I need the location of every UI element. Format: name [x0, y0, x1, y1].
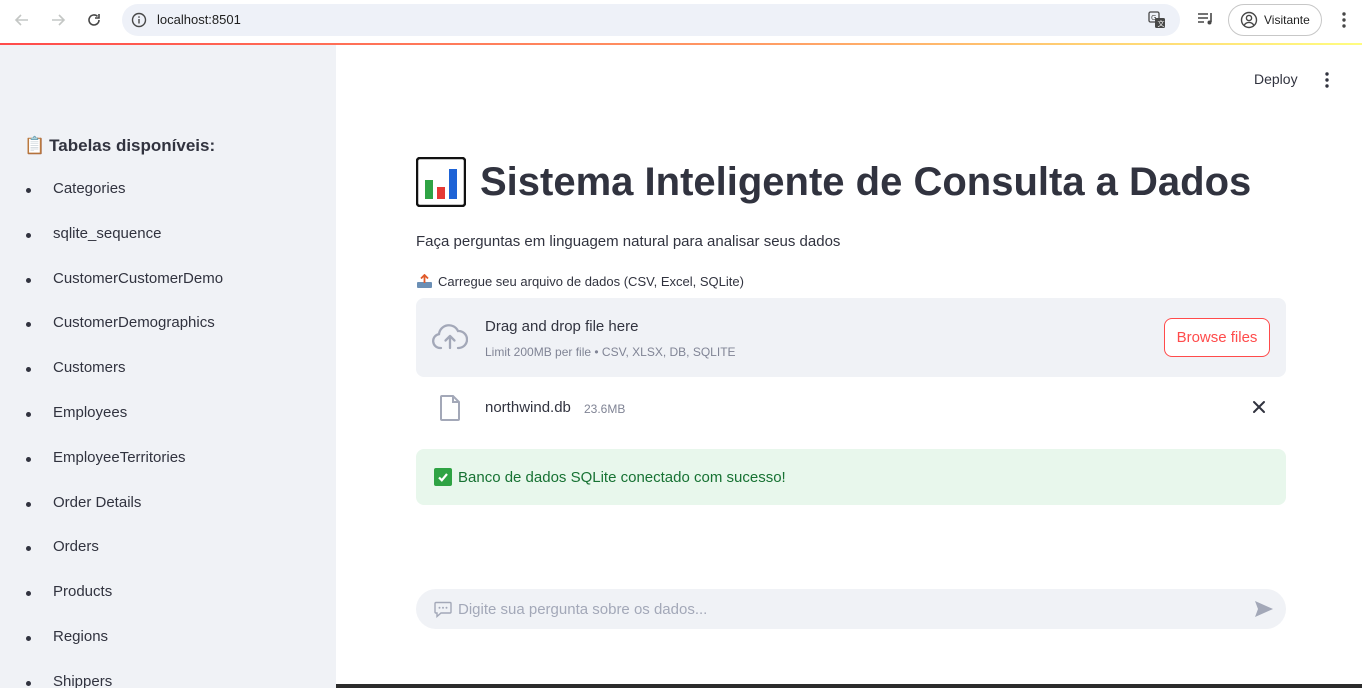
- table-list-item: Employees: [24, 401, 223, 446]
- uploaded-file: northwind.db 23.6MB: [416, 391, 1286, 425]
- table-list-item: Customers: [24, 356, 223, 401]
- table-list-item: CustomerCustomerDemo: [24, 267, 223, 312]
- arrow-left-icon: [14, 14, 28, 26]
- browser-toolbar: localhost:8501 G文 Visitante: [0, 0, 1362, 43]
- browse-files-button[interactable]: Browse files: [1164, 318, 1270, 357]
- file-size: 23.6MB: [584, 402, 626, 416]
- page-title-text: Sistema Inteligente de Consulta a Dados: [480, 159, 1252, 204]
- table-list-item: Orders: [24, 535, 223, 580]
- svg-text:文: 文: [1158, 19, 1165, 28]
- url-text[interactable]: localhost:8501: [157, 12, 241, 27]
- table-list-item: Regions: [24, 625, 223, 670]
- file-icon: [440, 395, 460, 421]
- taskbar-strip: [336, 684, 1362, 688]
- uploader-label-text: Carregue seu arquivo de dados (CSV, Exce…: [438, 274, 744, 289]
- back-button[interactable]: [10, 9, 34, 31]
- deploy-button[interactable]: Deploy: [1254, 71, 1298, 87]
- clipboard-icon: 📋: [24, 136, 46, 155]
- file-name: northwind.db: [485, 399, 571, 416]
- dropzone-limit: Limit 200MB per file • CSV, XLSX, DB, SQ…: [485, 345, 736, 359]
- bar-chart-icon: [416, 157, 466, 207]
- sidebar-title-text: Tabelas disponíveis:: [49, 136, 216, 155]
- media-controls-icon[interactable]: [1196, 9, 1216, 29]
- table-list: Categories sqlite_sequence CustomerCusto…: [24, 177, 223, 688]
- page-subtitle: Faça perguntas em linguagem natural para…: [416, 233, 841, 250]
- reload-button[interactable]: [82, 9, 106, 31]
- account-icon: [1240, 11, 1258, 29]
- cloud-upload-icon: [432, 324, 468, 350]
- translate-icon[interactable]: G文: [1148, 11, 1166, 29]
- profile-button[interactable]: Visitante: [1228, 4, 1322, 36]
- profile-label: Visitante: [1264, 13, 1310, 27]
- arrow-right-icon: [52, 14, 66, 26]
- table-list-item: Shippers: [24, 670, 223, 688]
- svg-text:G: G: [1151, 14, 1156, 22]
- chat-input[interactable]: [458, 598, 1238, 620]
- chat-bubble-icon: [434, 601, 452, 618]
- uploader-label: Carregue seu arquivo de dados (CSV, Exce…: [416, 274, 744, 289]
- dropzone-title: Drag and drop file here: [485, 318, 639, 335]
- success-alert: Banco de dados SQLite conectado com suce…: [416, 449, 1286, 505]
- forward-button[interactable]: [46, 9, 70, 31]
- send-icon[interactable]: [1254, 600, 1274, 618]
- check-mark-icon: [434, 468, 452, 486]
- table-list-item: CustomerDemographics: [24, 311, 223, 356]
- table-list-item: Products: [24, 580, 223, 625]
- table-list-item: sqlite_sequence: [24, 222, 223, 267]
- sidebar: 📋 Tabelas disponíveis: Categories sqlite…: [0, 45, 336, 688]
- table-list-item: EmployeeTerritories: [24, 446, 223, 491]
- site-info-icon[interactable]: [131, 12, 147, 28]
- page-title: Sistema Inteligente de Consulta a Dados: [416, 157, 1251, 207]
- chrome-menu-icon[interactable]: [1336, 10, 1352, 30]
- reload-icon: [88, 14, 100, 26]
- close-icon[interactable]: [1252, 400, 1266, 414]
- success-message: Banco de dados SQLite conectado com suce…: [458, 468, 786, 486]
- sidebar-title: 📋 Tabelas disponíveis:: [24, 136, 215, 156]
- upload-tray-icon: [417, 274, 432, 288]
- file-dropzone[interactable]: Drag and drop file here Limit 200MB per …: [416, 298, 1286, 377]
- main-content: Deploy Sistema Inteligente de Consulta a…: [336, 45, 1362, 688]
- chat-input-container: [416, 589, 1286, 629]
- table-list-item: Order Details: [24, 491, 223, 536]
- table-list-item: Categories: [24, 177, 223, 222]
- main-menu-icon[interactable]: [1322, 71, 1332, 89]
- address-bar[interactable]: localhost:8501 G文: [122, 4, 1180, 36]
